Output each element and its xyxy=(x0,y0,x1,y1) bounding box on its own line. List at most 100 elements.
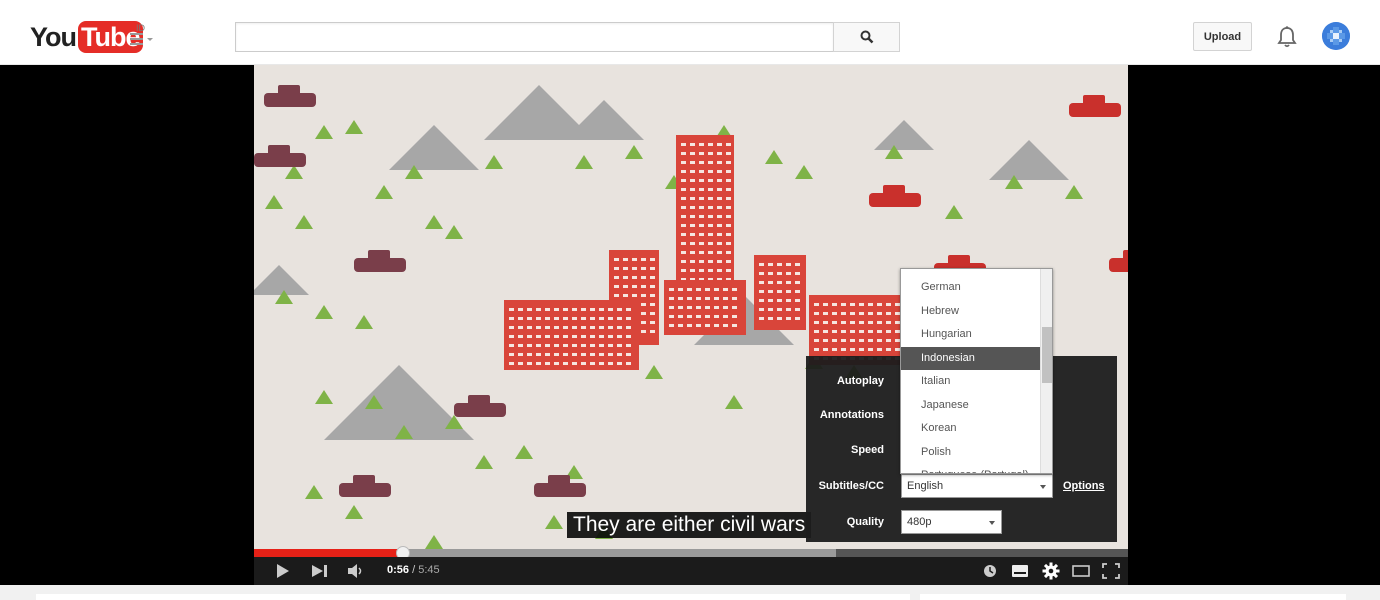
building-window xyxy=(832,339,837,342)
building-window xyxy=(786,290,791,293)
quality-select[interactable]: 480p xyxy=(901,510,1002,534)
masthead: You Tube ID Upload xyxy=(0,0,1380,65)
search-button[interactable] xyxy=(833,22,900,52)
building-window xyxy=(681,179,686,182)
building-window xyxy=(632,294,637,297)
dropdown-scrollbar[interactable] xyxy=(1040,269,1052,473)
dropdown-option[interactable]: Italian xyxy=(901,370,1040,394)
building-window xyxy=(723,306,728,309)
tank-shape xyxy=(534,483,586,497)
upload-button[interactable]: Upload xyxy=(1193,22,1252,51)
building-window xyxy=(717,188,722,191)
progress-bar[interactable] xyxy=(254,549,1128,557)
building-window xyxy=(518,335,523,338)
building-window xyxy=(795,263,800,266)
building-window xyxy=(581,353,586,356)
avatar[interactable] xyxy=(1322,22,1350,50)
mute-button[interactable] xyxy=(346,563,366,579)
building-window xyxy=(859,330,864,333)
building-window xyxy=(554,362,559,365)
dropdown-option-selected[interactable]: Indonesian xyxy=(901,346,1040,370)
building-window xyxy=(717,269,722,272)
building-window xyxy=(705,324,710,327)
search-input[interactable] xyxy=(235,22,834,52)
building-window xyxy=(699,224,704,227)
building-window xyxy=(623,267,628,270)
building-window xyxy=(717,233,722,236)
tank-shape xyxy=(869,193,921,207)
building-window xyxy=(759,281,764,284)
building-window xyxy=(509,353,514,356)
building-window xyxy=(726,242,731,245)
building-window xyxy=(608,317,613,320)
building-window xyxy=(768,299,773,302)
building-window xyxy=(841,303,846,306)
building-window xyxy=(608,335,613,338)
annotations-label: Annotations xyxy=(819,409,884,421)
building-window xyxy=(859,348,864,351)
settings-button[interactable] xyxy=(1041,562,1061,580)
building-window xyxy=(590,326,595,329)
guide-menu-button[interactable] xyxy=(128,31,156,47)
dropdown-option[interactable]: Polish xyxy=(901,441,1040,465)
building-window xyxy=(590,308,595,311)
building-window xyxy=(786,272,791,275)
building-window xyxy=(518,308,523,311)
tank-shape xyxy=(1109,258,1128,272)
building-window xyxy=(687,306,692,309)
theater-mode-button[interactable] xyxy=(1071,563,1091,579)
dropdown-option[interactable]: Hebrew xyxy=(901,300,1040,324)
hamburger-icon xyxy=(130,33,153,45)
building-window xyxy=(814,348,819,351)
building-window xyxy=(886,339,891,342)
building-window xyxy=(650,303,655,306)
building-window xyxy=(563,344,568,347)
building-window xyxy=(509,344,514,347)
building-window xyxy=(518,317,523,320)
youtube-logo[interactable]: You Tube ID xyxy=(30,20,145,54)
building-window xyxy=(714,288,719,291)
building-window xyxy=(732,324,737,327)
building-window xyxy=(690,179,695,182)
building-window xyxy=(669,315,674,318)
subtitles-select[interactable]: English xyxy=(901,474,1053,498)
subtitles-button[interactable] xyxy=(1011,563,1029,579)
tank-shape xyxy=(454,403,506,417)
building-window xyxy=(614,276,619,279)
building-window xyxy=(681,269,686,272)
building-window xyxy=(626,308,631,311)
dropdown-option[interactable]: Korean xyxy=(901,417,1040,441)
building-window xyxy=(669,324,674,327)
building-window xyxy=(795,308,800,311)
next-button[interactable] xyxy=(310,563,330,579)
building-window xyxy=(545,353,550,356)
tank-turret xyxy=(548,475,570,485)
building-window xyxy=(690,251,695,254)
dropdown-scrollbar-thumb[interactable] xyxy=(1042,327,1052,383)
building-window xyxy=(717,251,722,254)
notifications-button[interactable] xyxy=(1276,25,1298,49)
building-window xyxy=(759,299,764,302)
dropdown-option[interactable]: German xyxy=(901,276,1040,300)
building-window xyxy=(699,206,704,209)
subtitles-options-link[interactable]: Options xyxy=(1063,480,1105,492)
building-window xyxy=(690,269,695,272)
building-window xyxy=(608,362,613,365)
play-button[interactable] xyxy=(274,563,292,579)
watch-later-button[interactable] xyxy=(982,563,998,579)
building-window xyxy=(687,324,692,327)
dropdown-option[interactable]: Hungarian xyxy=(901,323,1040,347)
building-window xyxy=(536,344,541,347)
building-window xyxy=(608,308,613,311)
building-window xyxy=(626,335,631,338)
building-window xyxy=(705,306,710,309)
building-window xyxy=(527,362,532,365)
subtitle-language-dropdown[interactable]: German Hebrew Hungarian Indonesian Itali… xyxy=(900,268,1053,474)
fullscreen-button[interactable] xyxy=(1101,563,1121,579)
building-window xyxy=(705,288,710,291)
dropdown-option[interactable]: Japanese xyxy=(901,394,1040,418)
player-controls: 0:56 / 5:45 xyxy=(254,557,1128,585)
building-window xyxy=(650,276,655,279)
building-window xyxy=(623,294,628,297)
dropdown-option[interactable]: Portuguese (Portugal) xyxy=(901,464,1040,473)
